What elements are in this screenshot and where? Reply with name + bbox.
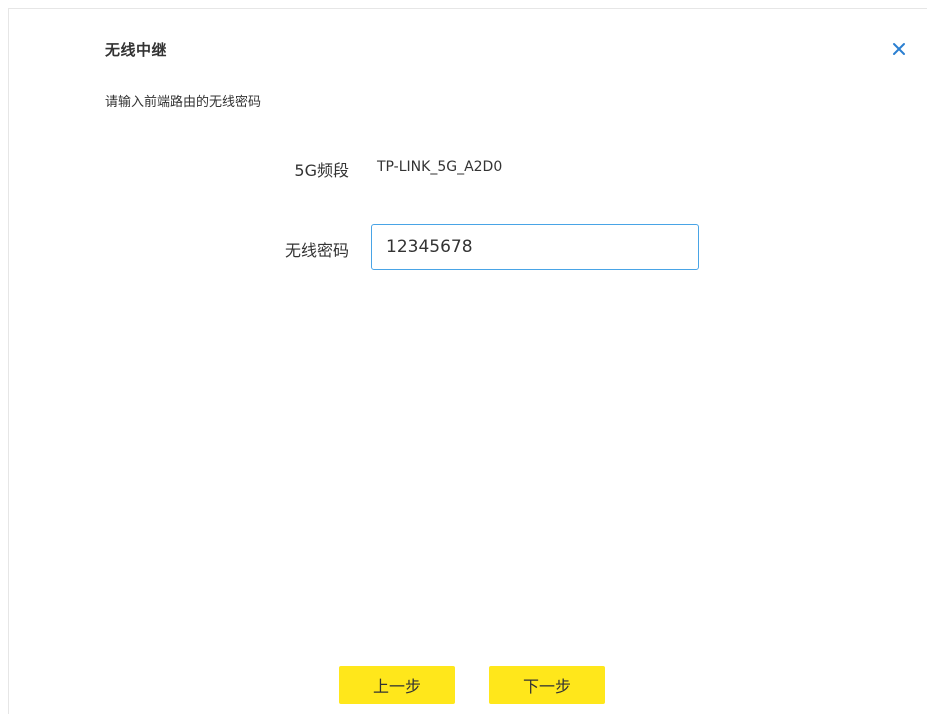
- dialog-title: 无线中继: [105, 41, 168, 59]
- band-label: 5G频段: [294, 161, 349, 180]
- prev-step-button[interactable]: 上一步: [339, 666, 455, 704]
- band-ssid-value: TP-LINK_5G_A2D0: [377, 159, 503, 175]
- wireless-relay-dialog: 无线中继 请输入前端路由的无线密码 5G频段 TP-LINK_5G_A2D0 无…: [8, 8, 927, 714]
- dialog-subtitle: 请输入前端路由的无线密码: [105, 95, 262, 110]
- next-step-button[interactable]: 下一步: [489, 666, 605, 704]
- close-icon: [893, 43, 905, 55]
- close-button[interactable]: [889, 39, 909, 59]
- password-label: 无线密码: [284, 241, 349, 260]
- wireless-password-input[interactable]: [371, 224, 699, 270]
